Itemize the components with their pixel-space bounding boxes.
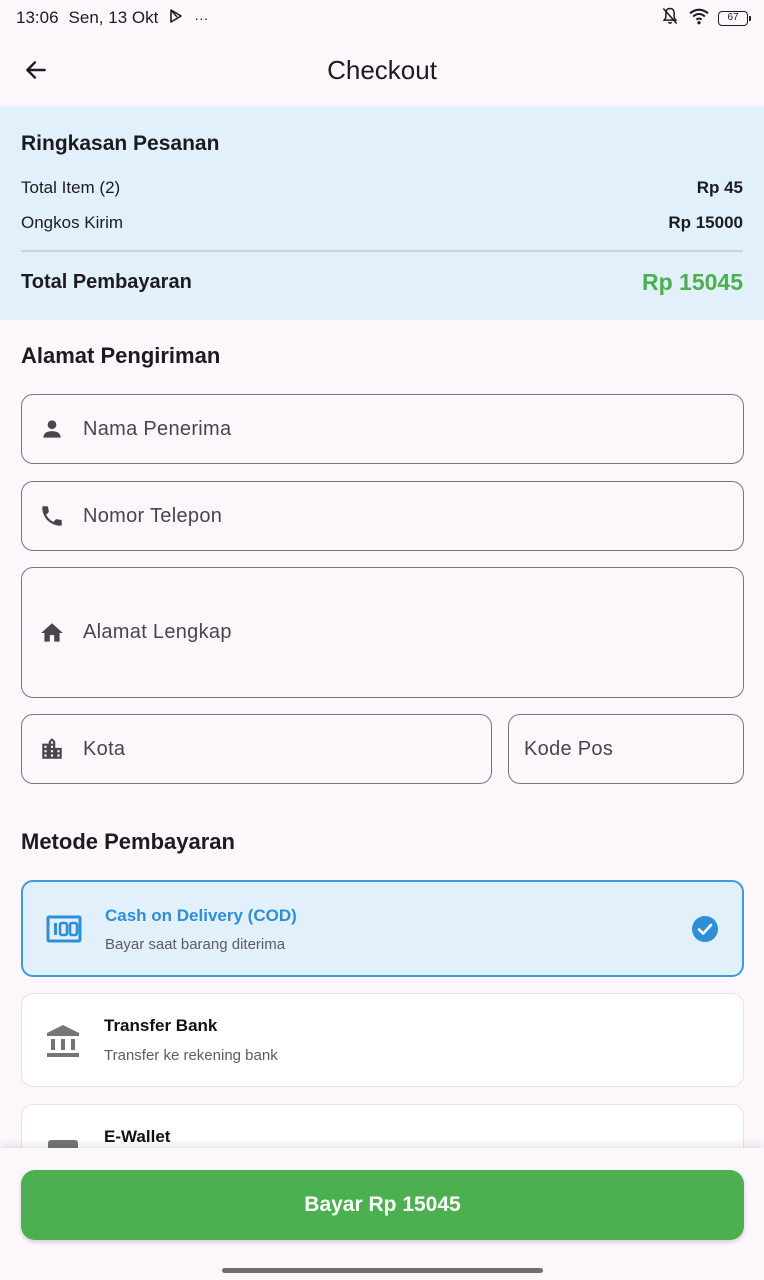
play-store-icon <box>168 8 184 29</box>
summary-shipping-row: Ongkos Kirim Rp 15000 <box>21 213 743 233</box>
summary-divider <box>21 250 743 252</box>
summary-total-row: Total Pembayaran Rp 15045 <box>21 269 743 296</box>
pay-button[interactable]: Bayar Rp 15045 <box>21 1170 744 1240</box>
page-title: Checkout <box>327 54 437 85</box>
app-bar: Checkout <box>0 36 764 104</box>
status-more: ··· <box>194 10 209 26</box>
total-value: Rp 15045 <box>641 269 743 295</box>
money-icon <box>45 910 83 948</box>
payment-option-cod[interactable]: Cash on Delivery (COD) Bayar saat barang… <box>21 880 744 977</box>
shipping-label: Ongkos Kirim <box>21 213 124 232</box>
person-icon <box>37 414 67 444</box>
phone-placeholder: Nomor Telepon <box>83 504 223 527</box>
phone-icon <box>37 501 67 531</box>
check-circle-icon <box>692 916 718 942</box>
status-date: Sen, 13 Okt <box>68 8 159 27</box>
phone-field[interactable]: Nomor Telepon <box>21 481 744 551</box>
summary-title: Ringkasan Pesanan <box>21 132 220 155</box>
items-label: Total Item (2) <box>21 178 121 197</box>
payment-option-bank-subtitle: Transfer ke rekening bank <box>104 1047 278 1064</box>
address-section-title: Alamat Pengiriman <box>21 343 221 368</box>
city-field[interactable]: Kota <box>21 714 492 784</box>
recipient-name-placeholder: Nama Penerima <box>83 417 232 440</box>
payment-option-cod-title: Cash on Delivery (COD) <box>105 906 297 925</box>
city-icon <box>37 734 67 764</box>
postal-code-placeholder: Kode Pos <box>524 737 614 760</box>
city-placeholder: Kota <box>83 737 126 760</box>
payment-option-cod-subtitle: Bayar saat barang diterima <box>105 936 286 953</box>
home-indicator[interactable] <box>222 1268 543 1273</box>
payment-section-title: Metode Pembayaran <box>21 829 235 854</box>
payment-option-bank-transfer[interactable]: Transfer Bank Transfer ke rekening bank <box>21 993 744 1087</box>
payment-option-ewallet-title: E-Wallet <box>104 1127 171 1146</box>
bottom-bar: Bayar Rp 15045 <box>0 1148 764 1280</box>
items-value: Rp 45 <box>696 178 743 197</box>
postal-code-field[interactable]: Kode Pos <box>508 714 744 784</box>
payment-option-bank-title: Transfer Bank <box>104 1016 218 1035</box>
bank-icon <box>44 1022 82 1060</box>
back-button[interactable] <box>14 48 58 92</box>
recipient-name-field[interactable]: Nama Penerima <box>21 394 744 464</box>
order-summary: Ringkasan Pesanan Total Item (2) Rp 45 O… <box>0 106 764 320</box>
status-time: 13:06 <box>16 8 59 27</box>
arrow-back-icon <box>26 61 46 79</box>
notifications-off-icon <box>660 6 680 31</box>
home-icon <box>37 618 67 648</box>
total-label: Total Pembayaran <box>21 271 192 293</box>
full-address-field[interactable]: Alamat Lengkap <box>21 567 744 698</box>
full-address-placeholder: Alamat Lengkap <box>83 621 232 643</box>
wifi-icon <box>688 7 710 30</box>
battery-icon: 67 <box>718 10 751 26</box>
status-bar: 13:06 Sen, 13 Okt ··· 67 <box>0 0 764 36</box>
shipping-value: Rp 15000 <box>668 213 743 232</box>
summary-items-row: Total Item (2) Rp 45 <box>21 178 743 198</box>
